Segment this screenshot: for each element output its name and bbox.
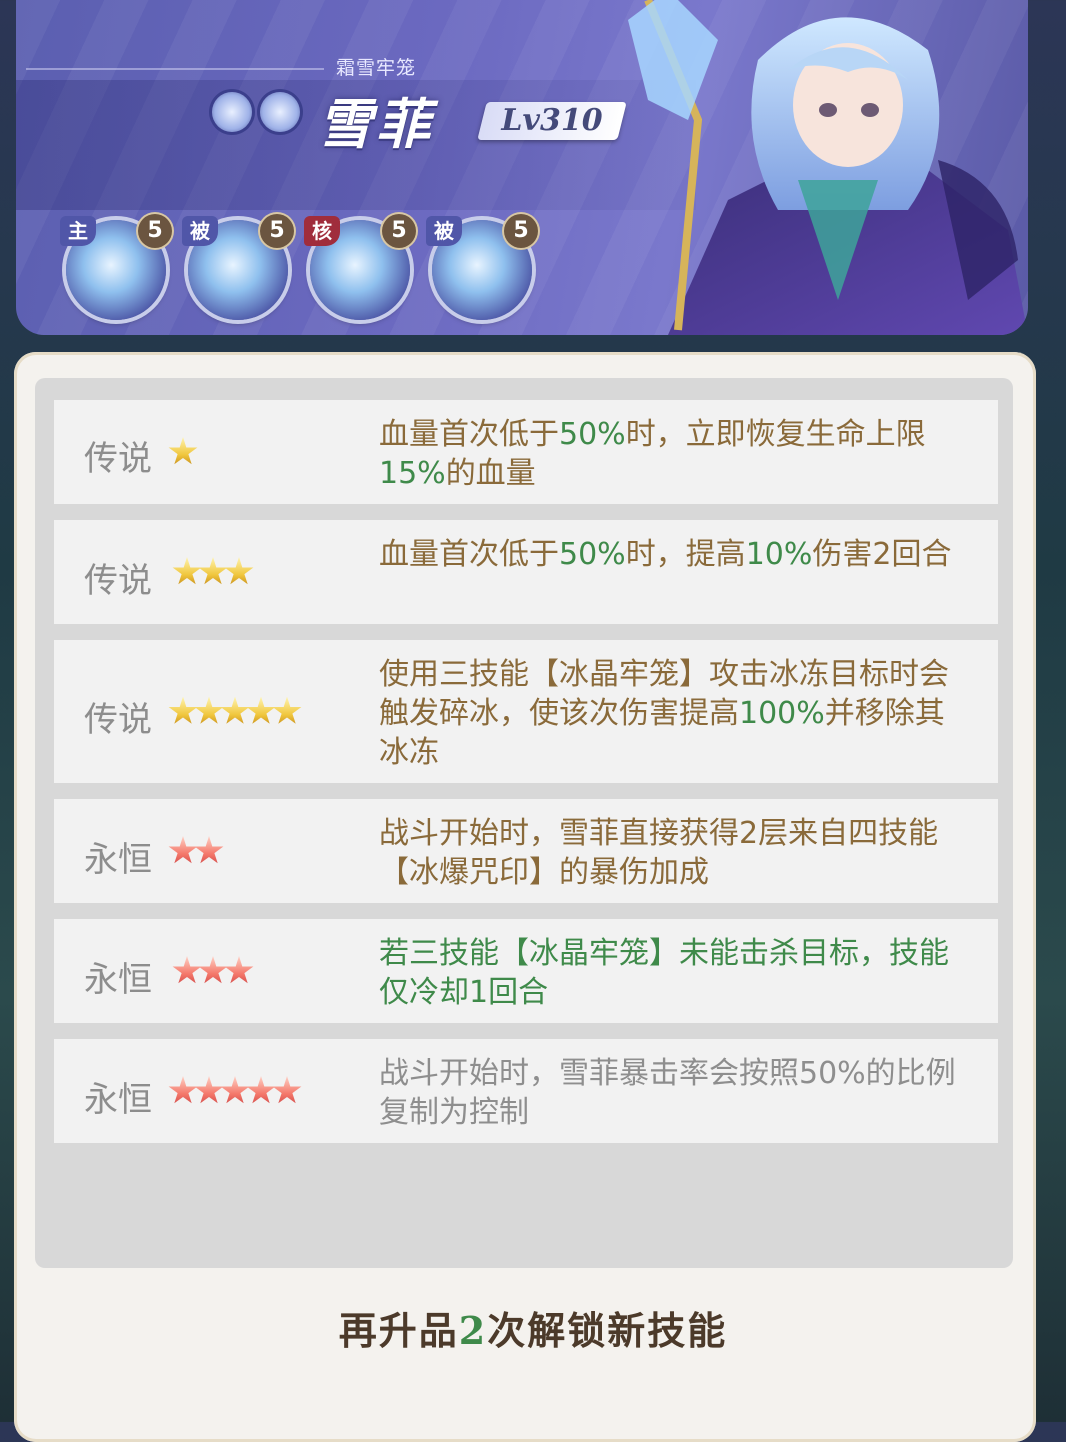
character-name: 雪菲 [318,92,434,156]
trait-row: 永恒 战斗开始时，雪菲直接获得2层来自四技能【冰爆咒印】的暴伤加成 [54,799,998,903]
skill-1-button[interactable]: 主 5 [60,214,172,320]
trait-row: 传说 血量首次低于50%时，立即恢复生命上限 15%的血量 [54,400,998,504]
star-icon [246,1076,276,1104]
trait-row: 永恒 若三技能【冰晶牢笼】未能击杀目标，技能仅冷却1回合 [54,919,998,1023]
trait-description-segment: 战斗开始时，雪菲暴击率会按照50%的比例复制为控制 [379,1056,956,1130]
star-icon [194,1076,224,1104]
trait-grade: 永恒 [84,960,152,1000]
title-subtitle: 霜雪牢笼 [336,57,417,79]
trait-description: 战斗开始时，雪菲暴击率会按照50%的比例复制为控制 [379,1054,969,1132]
star-icon [220,696,250,724]
trait-description: 战斗开始时，雪菲直接获得2层来自四技能【冰爆咒印】的暴伤加成 [379,814,969,892]
skill-type-tag: 核 [304,216,340,246]
trait-description-segment: 若三技能【冰晶牢笼】未能击杀目标，技能仅冷却1回合 [379,936,949,1010]
trait-description-segment: 10% [745,537,813,572]
trait-description: 使用三技能【冰晶牢笼】攻击冰冻目标时会触发碎冰，使该次伤害提高100%并移除其冰… [379,655,969,772]
trait-grade: 传说 [84,439,152,479]
star-icon [220,1076,250,1104]
snowflake-icon[interactable] [212,92,252,132]
unlock-hint: 再升品2次解锁新技能 [0,1300,1066,1355]
skill-level-badge: 5 [260,214,294,248]
skill-2-button[interactable]: 被 5 [182,214,294,320]
skill-level-badge: 5 [138,214,172,248]
trait-description-segment: 战斗开始时，雪菲直接获得2层来自四技能【冰爆咒印】的暴伤加成 [379,816,939,890]
star-rating [168,696,302,727]
trait-description-segment: 100% [739,696,825,731]
star-icon [224,557,254,585]
trait-description-segment: 50% [559,537,626,572]
star-icon [224,956,254,984]
trait-description-segment: 血量首次低于 [379,417,559,452]
star-icon [272,696,302,724]
unlock-hint-suffix: 次解锁新技能 [487,1308,728,1353]
trait-description: 血量首次低于50%时，提高10%伤害2回合 [379,535,969,574]
star-icon [246,696,276,724]
trait-description-segment: 时，立即恢复生命上限 [625,417,926,452]
star-rating [172,956,254,986]
unlock-hint-count: 2 [458,1308,488,1353]
level-text: Lv310 [501,103,603,138]
trait-description-segment: 伤害2回合 [812,537,952,572]
trait-description: 血量首次低于50%时，立即恢复生命上限 15%的血量 [379,415,969,493]
star-icon [168,437,198,465]
star-icon [198,956,228,984]
level-badge: Lv310 [477,102,627,140]
skill-type-tag: 主 [60,216,96,246]
trait-description-segment: 15% [379,456,446,491]
character-portrait [628,0,1028,335]
hero-banner: 霜雪牢笼 雪菲 Lv310 主 5 被 5 核 5 被 5 [16,0,1028,335]
star-icon [194,836,224,864]
keyhole-icon[interactable] [260,92,300,132]
trait-grade: 传说 [84,561,152,601]
star-icon [168,836,198,864]
trait-description-segment: 时，提高 [625,537,746,572]
trait-grade: 永恒 [84,1080,152,1120]
star-rating [168,836,224,866]
star-rating [168,437,198,467]
star-icon [198,557,228,585]
trait-grade: 传说 [84,700,152,740]
trait-row: 永恒 战斗开始时，雪菲暴击率会按照50%的比例复制为控制 [54,1039,998,1143]
skill-4-button[interactable]: 被 5 [426,214,538,320]
trait-row: 传说 使用三技能【冰晶牢笼】攻击冰冻目标时会触发碎冰，使该次伤害提高100%并移除… [54,640,998,783]
star-icon [272,1076,302,1104]
star-icon [168,1076,198,1104]
skill-3-button[interactable]: 核 5 [304,214,416,320]
trait-description-segment: 的血量 [445,456,536,491]
star-rating [172,557,254,587]
skill-type-tag: 被 [426,216,462,246]
trait-row: 传说 血量首次低于50%时，提高10%伤害2回合 [54,520,998,624]
star-icon [172,557,202,585]
skill-type-tag: 被 [182,216,218,246]
trait-grade: 永恒 [84,840,152,880]
star-icon [194,696,224,724]
star-rating [168,1076,302,1106]
divider-line [26,68,324,70]
star-icon [168,696,198,724]
star-icon [172,956,202,984]
trait-description-segment: 50% [559,417,626,452]
trait-description: 若三技能【冰晶牢笼】未能击杀目标，技能仅冷却1回合 [379,934,969,1012]
skill-level-badge: 5 [382,214,416,248]
skill-level-badge: 5 [504,214,538,248]
unlock-hint-prefix: 再升品 [338,1308,459,1353]
trait-description-segment: 血量首次低于 [379,537,559,572]
